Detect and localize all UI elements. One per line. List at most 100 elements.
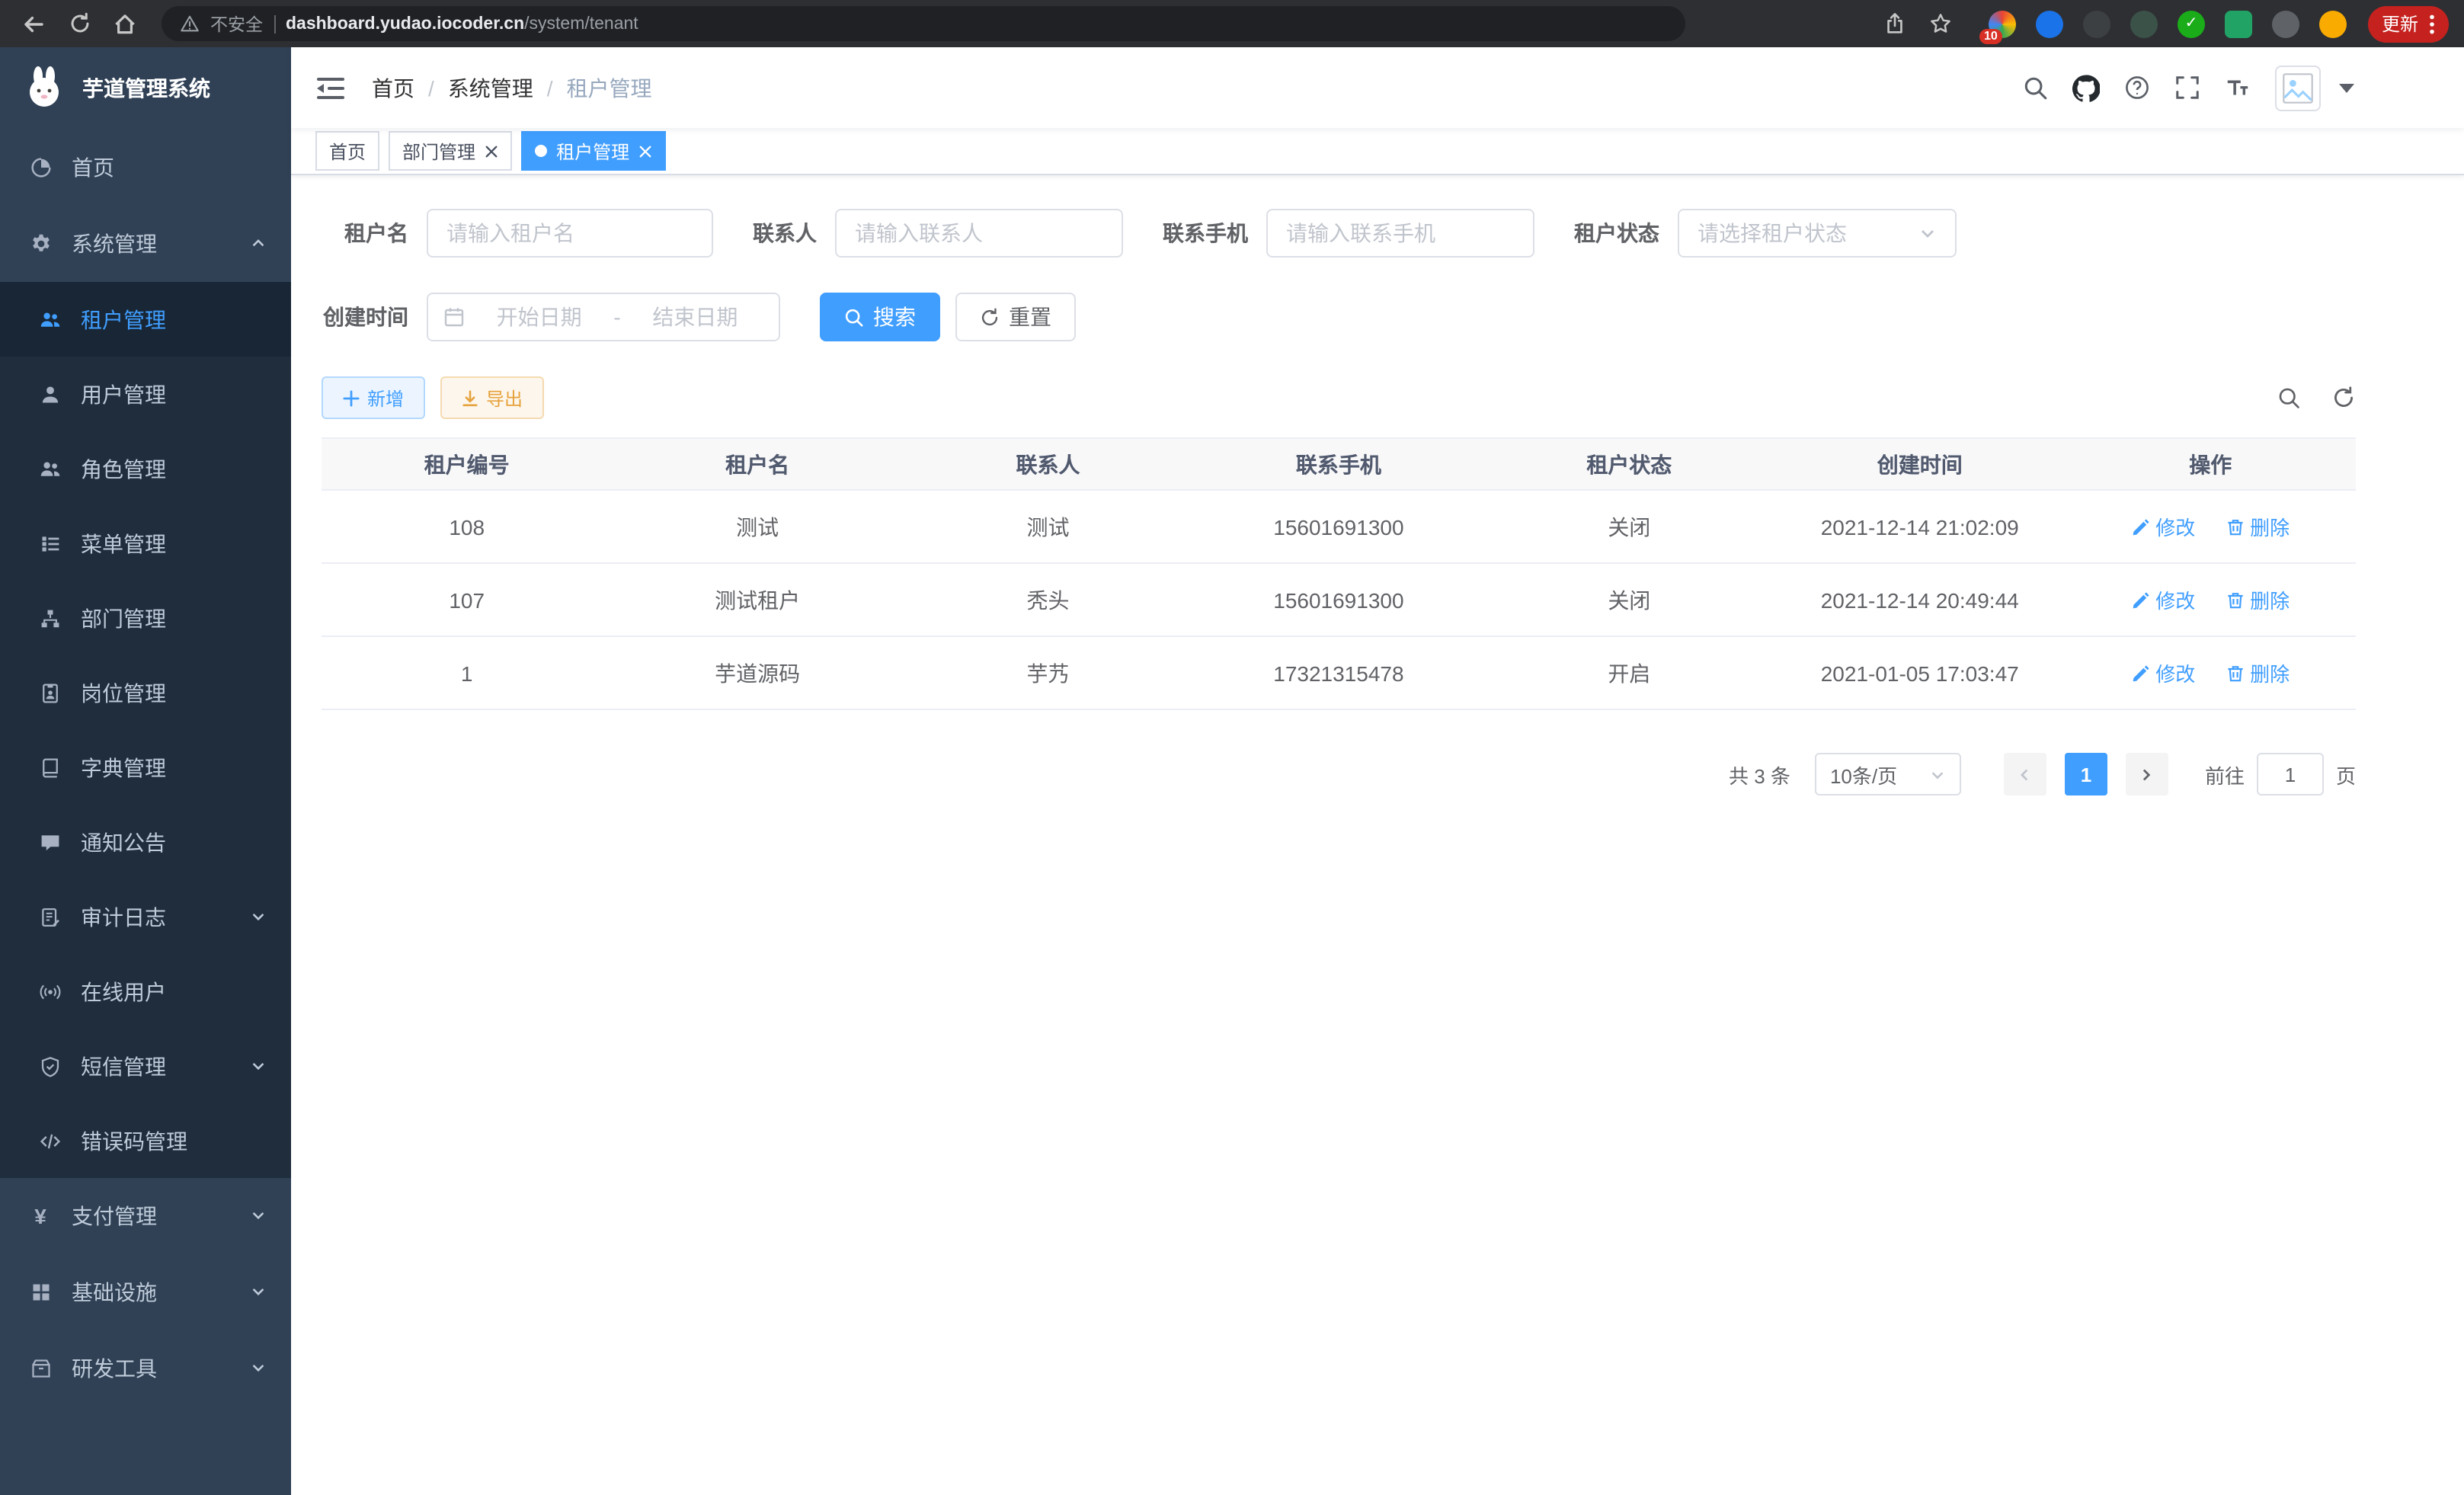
sidebar-item-dept[interactable]: 部门管理	[0, 581, 291, 655]
avatar[interactable]	[2275, 65, 2321, 110]
extension-icon[interactable]	[2319, 10, 2347, 37]
edit-link[interactable]: 修改	[2131, 512, 2195, 541]
infra-grid-icon	[29, 1282, 52, 1303]
filter-row-1: 租户名 联系人 联系手机	[322, 209, 2356, 258]
end-date-input[interactable]: 结束日期	[627, 302, 763, 332]
sidebar-item-online[interactable]: 在线用户	[0, 954, 291, 1029]
main-area: 首页 / 系统管理 / 租户管理	[291, 47, 2464, 1495]
sidebar-item-sms[interactable]: 短信管理	[0, 1029, 291, 1103]
breadcrumb-home[interactable]: 首页	[372, 72, 414, 103]
delete-link[interactable]: 删除	[2226, 512, 2290, 541]
extension-icon[interactable]: ✓	[2178, 10, 2205, 37]
plus-icon	[343, 389, 360, 406]
chevron-down-icon	[250, 1356, 267, 1381]
create-time-label: 创建时间	[322, 302, 408, 332]
sidebar-item-infra[interactable]: 基础设施	[0, 1254, 291, 1330]
next-page-button[interactable]	[2126, 753, 2168, 796]
close-icon[interactable]	[638, 144, 652, 158]
breadcrumb-system[interactable]: 系统管理	[448, 72, 533, 103]
tab-dept[interactable]: 部门管理	[389, 131, 512, 171]
sidebar-item-notice[interactable]: 通知公告	[0, 805, 291, 879]
share-icon[interactable]	[1877, 5, 1914, 42]
delete-link[interactable]: 删除	[2226, 585, 2290, 614]
sidebar-item-errorcode[interactable]: 错误码管理	[0, 1103, 291, 1178]
sidebar-item-menu[interactable]: 菜单管理	[0, 506, 291, 581]
extension-icon[interactable]	[2083, 10, 2110, 37]
delete-link[interactable]: 删除	[2226, 658, 2290, 687]
phone-input[interactable]	[1286, 221, 1515, 245]
export-button[interactable]: 导出	[440, 376, 544, 419]
page-number-button[interactable]: 1	[2065, 753, 2107, 796]
refresh-icon[interactable]	[2331, 386, 2356, 410]
edit-link[interactable]: 修改	[2131, 658, 2195, 687]
extension-badge: 10	[1979, 28, 2002, 43]
contact-input[interactable]	[855, 221, 1103, 245]
sidebar-item-role[interactable]: 角色管理	[0, 431, 291, 506]
system-submenu: 租户管理 用户管理 角色管理 菜单管理	[0, 282, 291, 1178]
tenant-name-label: 租户名	[322, 218, 408, 248]
address-bar[interactable]: 不安全 dashboard.yudao.iocoder.cn/system/te…	[162, 6, 1685, 41]
star-icon[interactable]	[1923, 5, 1960, 42]
sidebar-item-post[interactable]: 岗位管理	[0, 655, 291, 730]
col-tenant-id: 租户编号	[322, 438, 612, 490]
sidebar-item-user[interactable]: 用户管理	[0, 357, 291, 431]
github-icon[interactable]	[2072, 74, 2100, 101]
dict-book-icon	[38, 757, 61, 778]
add-button[interactable]: 新增	[322, 376, 425, 419]
url-text: dashboard.yudao.iocoder.cn/system/tenant	[286, 14, 638, 33]
sidebar-item-tenant[interactable]: 租户管理	[0, 282, 291, 357]
reset-button[interactable]: 重置	[955, 293, 1076, 341]
start-date-input[interactable]: 开始日期	[471, 302, 607, 332]
sidebar-item-dict[interactable]: 字典管理	[0, 730, 291, 805]
col-created: 创建时间	[1774, 438, 2065, 490]
fullscreen-icon[interactable]	[2174, 75, 2200, 101]
top-navbar: 首页 / 系统管理 / 租户管理	[291, 47, 2464, 128]
browser-more-icon[interactable]	[2429, 13, 2435, 34]
table-row: 1 芋道源码 芋艿 17321315478 开启 2021-01-05 17:0…	[322, 636, 2356, 709]
search-icon[interactable]	[2022, 75, 2048, 101]
sidebar-menu: 首页 系统管理 租户管理 用户管理	[0, 130, 291, 1407]
search-icon	[844, 307, 864, 327]
help-icon[interactable]	[2124, 75, 2150, 101]
edit-link[interactable]: 修改	[2131, 585, 2195, 614]
page-size-select[interactable]: 10条/页	[1815, 753, 1961, 796]
extension-icon[interactable]	[2272, 10, 2299, 37]
goto-page-input[interactable]	[2257, 753, 2324, 796]
status-select[interactable]: 请选择租户状态	[1678, 209, 1957, 258]
logo-image	[21, 66, 67, 111]
filter-contact: 联系人	[753, 209, 1123, 258]
reload-icon[interactable]	[61, 5, 98, 42]
status-label: 租户状态	[1574, 218, 1659, 248]
search-button[interactable]: 搜索	[820, 293, 940, 341]
close-icon[interactable]	[485, 144, 498, 158]
search-toggle-icon[interactable]	[2277, 386, 2301, 410]
sidebar-item-tools[interactable]: 研发工具	[0, 1330, 291, 1407]
prev-page-button[interactable]	[2004, 753, 2046, 796]
browser-update-button[interactable]: 更新	[2368, 5, 2449, 42]
contact-label: 联系人	[753, 218, 817, 248]
back-icon[interactable]	[15, 5, 52, 42]
sidebar-item-auditlog[interactable]: 审计日志	[0, 879, 291, 954]
extension-icon[interactable]	[2225, 10, 2252, 37]
date-range-picker[interactable]: 开始日期 - 结束日期	[427, 293, 780, 341]
tenant-table: 租户编号 租户名 联系人 联系手机 租户状态 创建时间 操作 108 测试	[322, 437, 2356, 710]
menu-fold-icon[interactable]	[315, 74, 346, 101]
tab-home[interactable]: 首页	[315, 131, 379, 171]
caret-down-icon[interactable]	[2339, 83, 2354, 92]
extension-icon[interactable]	[2036, 10, 2063, 37]
home-icon[interactable]	[107, 5, 143, 42]
extension-icon[interactable]	[2130, 10, 2158, 37]
sidebar-item-home[interactable]: 首页	[0, 130, 291, 206]
sidebar-item-system[interactable]: 系统管理	[0, 206, 291, 282]
pagination: 共 3 条 10条/页 1 前往 页	[322, 753, 2356, 796]
extension-icon[interactable]: 10	[1989, 10, 2016, 37]
tenant-name-input[interactable]	[446, 221, 693, 245]
table-header-row: 租户编号 租户名 联系人 联系手机 租户状态 创建时间 操作	[322, 438, 2356, 490]
download-icon	[462, 389, 478, 406]
sidebar-item-pay[interactable]: ¥ 支付管理	[0, 1178, 291, 1254]
tab-tenant[interactable]: 租户管理	[521, 131, 666, 171]
col-contact: 联系人	[903, 438, 1193, 490]
font-size-icon[interactable]	[2225, 75, 2251, 101]
status-placeholder: 请选择租户状态	[1698, 218, 1847, 248]
app-logo: 芋道管理系统	[0, 47, 291, 130]
